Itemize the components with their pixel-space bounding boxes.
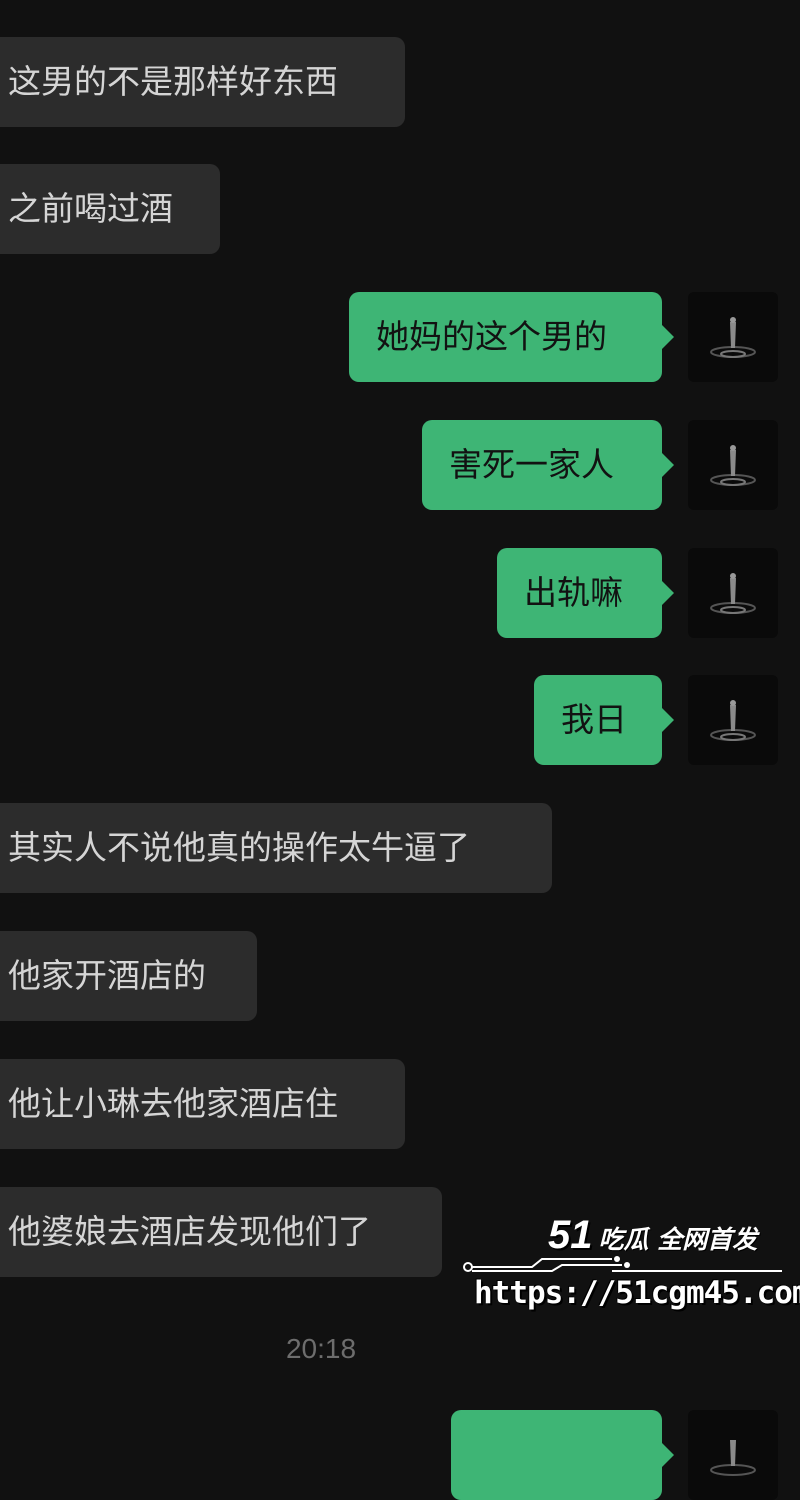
circuit-lines-icon — [463, 1256, 782, 1272]
water-drop-icon — [710, 445, 756, 486]
watermark-url: https://51cgm45.com — [474, 1275, 800, 1311]
user-avatar[interactable] — [688, 292, 778, 382]
watermark-tagline: 吃瓜 全网首发 — [598, 1225, 758, 1254]
message-bubble-incoming[interactable]: 他家开酒店的 — [0, 931, 257, 1021]
message-bubble-outgoing[interactable] — [451, 1410, 674, 1500]
watermark: 51 吃瓜 全网首发 https://51cgm45.com — [462, 1205, 800, 1325]
watermark-brand: 51 吃瓜 全网首发 — [548, 1213, 757, 1258]
message-bubble-outgoing[interactable]: 害死一家人 — [422, 420, 674, 510]
water-drop-icon — [710, 573, 756, 614]
water-drop-icon — [710, 1440, 756, 1476]
message-bubble-incoming[interactable]: 其实人不说他真的操作太牛逼了 — [0, 803, 552, 893]
message-bubble-outgoing[interactable]: 出轨嘛 — [497, 548, 674, 638]
watermark-number: 51 — [548, 1213, 593, 1257]
message-bubble-incoming[interactable]: 他让小琳去他家酒店住 — [0, 1059, 405, 1149]
message-bubble-outgoing[interactable]: 她妈的这个男的 — [349, 292, 674, 382]
water-drop-icon — [710, 317, 756, 358]
chat-window: 这男的不是那样好东西 之前喝过酒 她妈的这个男的 害死一家人 出轨嘛 我日 其实… — [0, 0, 800, 1500]
message-timestamp: 20:18 — [285, 1333, 357, 1364]
user-avatar[interactable] — [688, 1410, 778, 1500]
message-bubble-incoming[interactable]: 之前喝过酒 — [0, 164, 220, 254]
user-avatar[interactable] — [688, 420, 778, 510]
user-avatar[interactable] — [688, 548, 778, 638]
message-bubble-outgoing[interactable]: 我日 — [534, 675, 674, 765]
message-bubble-incoming[interactable]: 他婆娘去酒店发现他们了 — [0, 1187, 442, 1277]
user-avatar[interactable] — [688, 675, 778, 765]
water-drop-icon — [710, 700, 756, 741]
message-bubble-incoming[interactable]: 这男的不是那样好东西 — [0, 37, 405, 127]
